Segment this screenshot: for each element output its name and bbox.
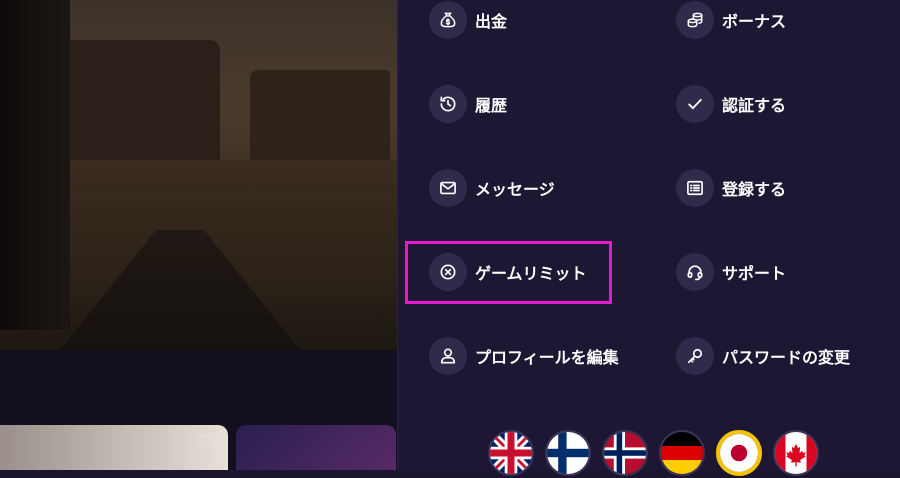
canada-flag-icon[interactable] [773,430,819,476]
key-icon [676,337,714,375]
japan-flag-icon[interactable] [716,430,762,476]
game-banner-background: ♡ [0,0,397,470]
checkmark-icon [676,85,714,123]
truck-silhouette [0,0,70,330]
menu-item-label: ボーナス [722,12,787,31]
coins-icon [676,1,714,39]
menu-item-label: 出金 [475,12,508,31]
menu-item-support[interactable]: サポート [676,252,786,292]
menu-item-label: 認証する [722,96,787,115]
circle-x-icon [429,253,467,291]
headset-icon [676,253,714,291]
account-menu-panel [397,0,900,470]
money-bag-icon [429,1,467,39]
heart-icon[interactable]: ♡ [192,432,214,454]
list-icon [676,169,714,207]
menu-item-label: 履歴 [475,96,508,115]
menu-item-history[interactable]: 履歴 [429,84,507,124]
game-card[interactable] [236,425,396,470]
menu-item-change-password[interactable]: パスワードの変更 [676,336,850,376]
menu-item-verify[interactable]: 認証する [676,84,786,124]
menu-item-label: サポート [722,264,787,283]
menu-item-label: メッセージ [475,180,555,199]
language-selector [488,430,819,478]
menu-item-bonus[interactable]: ボーナス [676,0,786,40]
norway-flag-icon[interactable] [602,430,648,476]
envelope-icon [429,169,467,207]
menu-item-label: 登録する [722,180,787,199]
menu-item-label: パスワードの変更 [722,348,851,367]
history-icon [429,85,467,123]
mesa-rock [60,40,220,160]
menu-item-game-limit[interactable]: ゲームリミット [429,252,587,292]
uk-flag-icon[interactable] [488,430,534,476]
menu-item-messages[interactable]: メッセージ [429,168,555,208]
finland-flag-icon[interactable] [545,430,591,476]
mesa-rock [250,70,390,170]
menu-item-withdraw[interactable]: 出金 [429,0,507,40]
menu-item-label: プロフィールを編集 [475,348,619,367]
germany-flag-icon[interactable] [659,430,705,476]
menu-item-register[interactable]: 登録する [676,168,786,208]
menu-item-label: ゲームリミット [475,264,587,283]
user-icon [429,337,467,375]
menu-item-edit-profile[interactable]: プロフィールを編集 [429,336,619,376]
